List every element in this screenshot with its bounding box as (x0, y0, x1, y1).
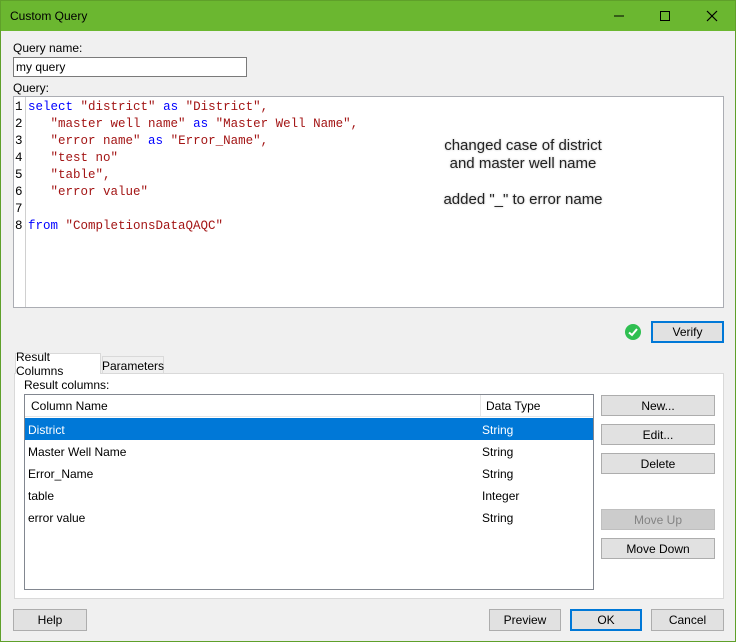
table-row[interactable]: Error_Name String (25, 462, 593, 484)
data-type-header[interactable]: Data Type (486, 399, 540, 413)
query-label: Query: (13, 81, 50, 95)
query-name-label: Query name: (13, 41, 83, 55)
column-name-header[interactable]: Column Name (31, 399, 108, 413)
cancel-button[interactable]: Cancel (651, 609, 724, 631)
new-button[interactable]: New... (601, 395, 715, 416)
verify-button[interactable]: Verify (651, 321, 724, 343)
table-row[interactable]: error value String (25, 506, 593, 528)
preview-button[interactable]: Preview (489, 609, 561, 631)
line-number: 1 (15, 100, 23, 114)
code-line-3: "error name" as "Error_Name", (28, 134, 269, 148)
window-title: Custom Query (10, 9, 88, 23)
move-down-button[interactable]: Move Down (601, 538, 715, 559)
minimize-button[interactable] (596, 1, 642, 31)
custom-query-dialog: Custom Query Query name: my query Query:… (0, 0, 736, 642)
close-icon (706, 10, 718, 22)
minimize-icon (614, 15, 624, 17)
string-literal: "CompletionsDataQAQC" (65, 219, 224, 233)
tab-result-columns[interactable]: Result Columns (15, 350, 101, 378)
delete-button[interactable]: Delete (601, 453, 715, 474)
tab-parameters[interactable]: Parameters (102, 356, 164, 374)
column-name-cell: table (28, 489, 55, 503)
close-button[interactable] (689, 1, 735, 31)
data-type-cell: String (482, 423, 514, 437)
data-type-cell: Integer (482, 489, 520, 503)
code-line-5: "table", (28, 168, 111, 182)
annotation-text: and master well name (449, 155, 597, 172)
line-number: 3 (15, 134, 23, 148)
keyword: as (148, 134, 164, 148)
string-literal: "Master Well Name", (215, 117, 359, 131)
maximize-button[interactable] (642, 1, 688, 31)
data-type-cell: String (482, 445, 514, 459)
line-number: 2 (15, 117, 23, 131)
string-literal: "master well name" (50, 117, 186, 131)
string-literal: "District", (185, 100, 269, 114)
string-literal: "table", (50, 168, 111, 182)
header-divider[interactable] (480, 395, 481, 417)
code-line-2: "master well name" as "Master Well Name"… (28, 117, 359, 131)
code-line-1: select "district" as "District", (28, 100, 268, 114)
keyword: select (28, 100, 74, 114)
code-line-4: "test no" (28, 151, 119, 165)
annotation-text: changed case of district (444, 137, 602, 154)
keyword: as (163, 100, 179, 114)
column-name-cell: Error_Name (28, 467, 94, 481)
column-name-cell: error value (28, 511, 86, 525)
string-literal: "error value" (50, 185, 149, 199)
result-columns-list[interactable]: Column Name Data Type District String Ma… (24, 394, 594, 590)
line-number: 7 (15, 202, 23, 216)
line-number: 8 (15, 219, 23, 233)
line-number: 5 (15, 168, 23, 182)
line-number: 4 (15, 151, 23, 165)
table-row[interactable]: table Integer (25, 484, 593, 506)
result-columns-label: Result columns: (24, 378, 110, 392)
keyword: as (193, 117, 209, 131)
string-literal: "Error_Name", (170, 134, 269, 148)
maximize-icon (660, 11, 670, 21)
code-line-6: "error value" (28, 185, 149, 199)
line-number-gutter: 1 2 3 4 5 6 7 8 (14, 97, 26, 307)
title-bar[interactable]: Custom Query (1, 1, 735, 31)
column-name-cell: Master Well Name (28, 445, 127, 459)
help-button[interactable]: Help (13, 609, 87, 631)
line-number: 6 (15, 185, 23, 199)
table-row[interactable]: District String (25, 418, 593, 440)
data-type-cell: String (482, 511, 514, 525)
data-type-cell: String (482, 467, 514, 481)
move-up-button[interactable]: Move Up (601, 509, 715, 530)
code-line-8: from "CompletionsDataQAQC" (28, 219, 223, 233)
table-row[interactable]: Master Well Name String (25, 440, 593, 462)
string-literal: "error name" (50, 134, 141, 148)
column-name-cell: District (28, 423, 65, 437)
query-name-input[interactable]: my query (13, 57, 247, 77)
string-literal: "district" (80, 100, 156, 114)
keyword: from (28, 219, 59, 233)
edit-button[interactable]: Edit... (601, 424, 715, 445)
string-literal: "test no" (50, 151, 119, 165)
ok-button[interactable]: OK (570, 609, 642, 631)
verified-check-icon (625, 324, 641, 340)
annotation-text: added "_" to error name (443, 191, 603, 208)
list-header: Column Name Data Type (25, 395, 593, 417)
